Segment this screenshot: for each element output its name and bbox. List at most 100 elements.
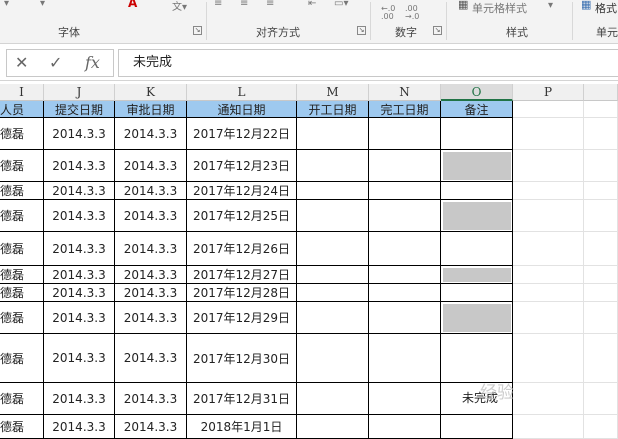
empty-cell[interactable] [513, 334, 584, 383]
cell-submit-date[interactable]: 2014.3.3 [44, 302, 115, 334]
cell-finish-date[interactable] [369, 334, 441, 383]
cell-style-button[interactable]: 单元格样式 [472, 0, 527, 16]
cell-submit-date[interactable]: 2014.3.3 [44, 200, 115, 232]
cell-note[interactable] [441, 232, 513, 266]
cell-finish-date[interactable] [369, 118, 441, 150]
cell-finish-date[interactable] [369, 383, 441, 415]
cell-approve-date[interactable]: 2014.3.3 [115, 266, 187, 284]
cell-submit-date[interactable]: 2014.3.3 [44, 284, 115, 302]
cell-approve-date[interactable]: 2014.3.3 [115, 415, 187, 439]
cell-notify-date[interactable]: 2017年12月24日 [187, 182, 297, 200]
cell-person[interactable]: 德磊 [0, 266, 44, 284]
header-cell-notify-date[interactable]: 通知日期 [187, 101, 297, 118]
empty-cell[interactable] [584, 302, 618, 334]
empty-cell[interactable] [513, 302, 584, 334]
cell-person[interactable]: 德磊 [0, 200, 44, 232]
alignment-launcher-icon[interactable]: ↘ [357, 26, 366, 35]
cell-note[interactable] [441, 118, 513, 150]
cell-start-date[interactable] [297, 118, 369, 150]
header-cell-note[interactable]: 备注 [441, 101, 513, 118]
font-launcher-icon[interactable]: ↘ [193, 26, 202, 35]
cell-approve-date[interactable]: 2014.3.3 [115, 232, 187, 266]
fx-icon[interactable]: fx [85, 53, 100, 72]
cell-notify-date[interactable]: 2017年12月27日 [187, 266, 297, 284]
cell-note[interactable] [441, 415, 513, 439]
cell-finish-date[interactable] [369, 284, 441, 302]
column-header-M[interactable]: M [297, 84, 369, 101]
border-icon[interactable]: ▾ [40, 0, 45, 9]
cell-notify-date[interactable]: 2017年12月26日 [187, 232, 297, 266]
column-header-I[interactable]: I [0, 84, 44, 101]
checkmark-icon[interactable]: ✓ [49, 53, 62, 72]
column-header-K[interactable]: K [115, 84, 187, 101]
cell-approve-date[interactable]: 2014.3.3 [115, 383, 187, 415]
cell-start-date[interactable] [297, 383, 369, 415]
empty-cell[interactable] [584, 232, 618, 266]
font-size-icon[interactable]: ▾ [4, 0, 9, 9]
header-cell-submit-date[interactable]: 提交日期 [44, 101, 115, 118]
cell-approve-date[interactable]: 2014.3.3 [115, 334, 187, 383]
empty-cell[interactable] [513, 284, 584, 302]
column-header-O[interactable]: O [441, 84, 513, 101]
cell-approve-date[interactable]: 2014.3.3 [115, 118, 187, 150]
cell-approve-date[interactable]: 2014.3.3 [115, 200, 187, 232]
empty-cell[interactable] [584, 334, 618, 383]
cell-person[interactable]: 德磊 [0, 182, 44, 200]
cell-submit-date[interactable]: 2014.3.3 [44, 118, 115, 150]
formula-input[interactable]: 未完成 [118, 49, 618, 77]
empty-cell[interactable] [513, 118, 584, 150]
cell-start-date[interactable] [297, 232, 369, 266]
cell-person[interactable]: 德磊 [0, 383, 44, 415]
header-cell-person[interactable]: 人员 [0, 101, 44, 118]
cell-approve-date[interactable]: 2014.3.3 [115, 302, 187, 334]
number-launcher-icon[interactable]: ↘ [433, 26, 442, 35]
cell-finish-date[interactable] [369, 232, 441, 266]
cell-start-date[interactable] [297, 182, 369, 200]
cell-notify-date[interactable]: 2017年12月23日 [187, 150, 297, 182]
header-cell-approve-date[interactable]: 审批日期 [115, 101, 187, 118]
empty-cell[interactable] [513, 150, 584, 182]
cell-submit-date[interactable]: 2014.3.3 [44, 415, 115, 439]
cell-start-date[interactable] [297, 150, 369, 182]
cell-finish-date[interactable] [369, 266, 441, 284]
align-left-icon[interactable]: ≡ [214, 0, 222, 9]
cell-finish-date[interactable] [369, 415, 441, 439]
cell-person[interactable]: 德磊 [0, 302, 44, 334]
empty-cell[interactable] [584, 284, 618, 302]
align-center-icon[interactable]: ≡ [240, 0, 248, 9]
align-right-icon[interactable]: ≡ [266, 0, 274, 9]
column-header-N[interactable]: N [369, 84, 441, 101]
cell-finish-date[interactable] [369, 150, 441, 182]
cell-submit-date[interactable]: 2014.3.3 [44, 182, 115, 200]
cell-notify-date[interactable]: 2017年12月31日 [187, 383, 297, 415]
cell-note[interactable] [441, 284, 513, 302]
cell-submit-date[interactable]: 2014.3.3 [44, 232, 115, 266]
format-button[interactable]: 格式 [595, 0, 617, 16]
empty-cell[interactable] [584, 150, 618, 182]
cell-note[interactable] [441, 334, 513, 383]
column-header-P[interactable]: P [513, 84, 584, 101]
cell-start-date[interactable] [297, 200, 369, 232]
cell-note[interactable] [441, 182, 513, 200]
empty-cell[interactable] [584, 118, 618, 150]
cell-submit-date[interactable]: 2014.3.3 [44, 383, 115, 415]
empty-cell[interactable] [584, 182, 618, 200]
indent-icon[interactable]: ⇤ [308, 0, 316, 9]
cell-finish-date[interactable] [369, 302, 441, 334]
cell-finish-date[interactable] [369, 200, 441, 232]
empty-cell[interactable] [584, 101, 618, 118]
empty-cell[interactable] [513, 200, 584, 232]
empty-cell[interactable] [513, 182, 584, 200]
cell-notify-date[interactable]: 2017年12月22日 [187, 118, 297, 150]
empty-cell[interactable] [513, 383, 584, 415]
cell-person[interactable]: 德磊 [0, 232, 44, 266]
cell-start-date[interactable] [297, 302, 369, 334]
cell-submit-date[interactable]: 2014.3.3 [44, 266, 115, 284]
cell-notify-date[interactable]: 2017年12月25日 [187, 200, 297, 232]
cell-approve-date[interactable]: 2014.3.3 [115, 150, 187, 182]
cell-notify-date[interactable]: 2017年12月29日 [187, 302, 297, 334]
cell-submit-date[interactable]: 2014.3.3 [44, 334, 115, 383]
cell-approve-date[interactable]: 2014.3.3 [115, 182, 187, 200]
cell-person[interactable]: 德磊 [0, 118, 44, 150]
cell-notify-date[interactable]: 2017年12月28日 [187, 284, 297, 302]
